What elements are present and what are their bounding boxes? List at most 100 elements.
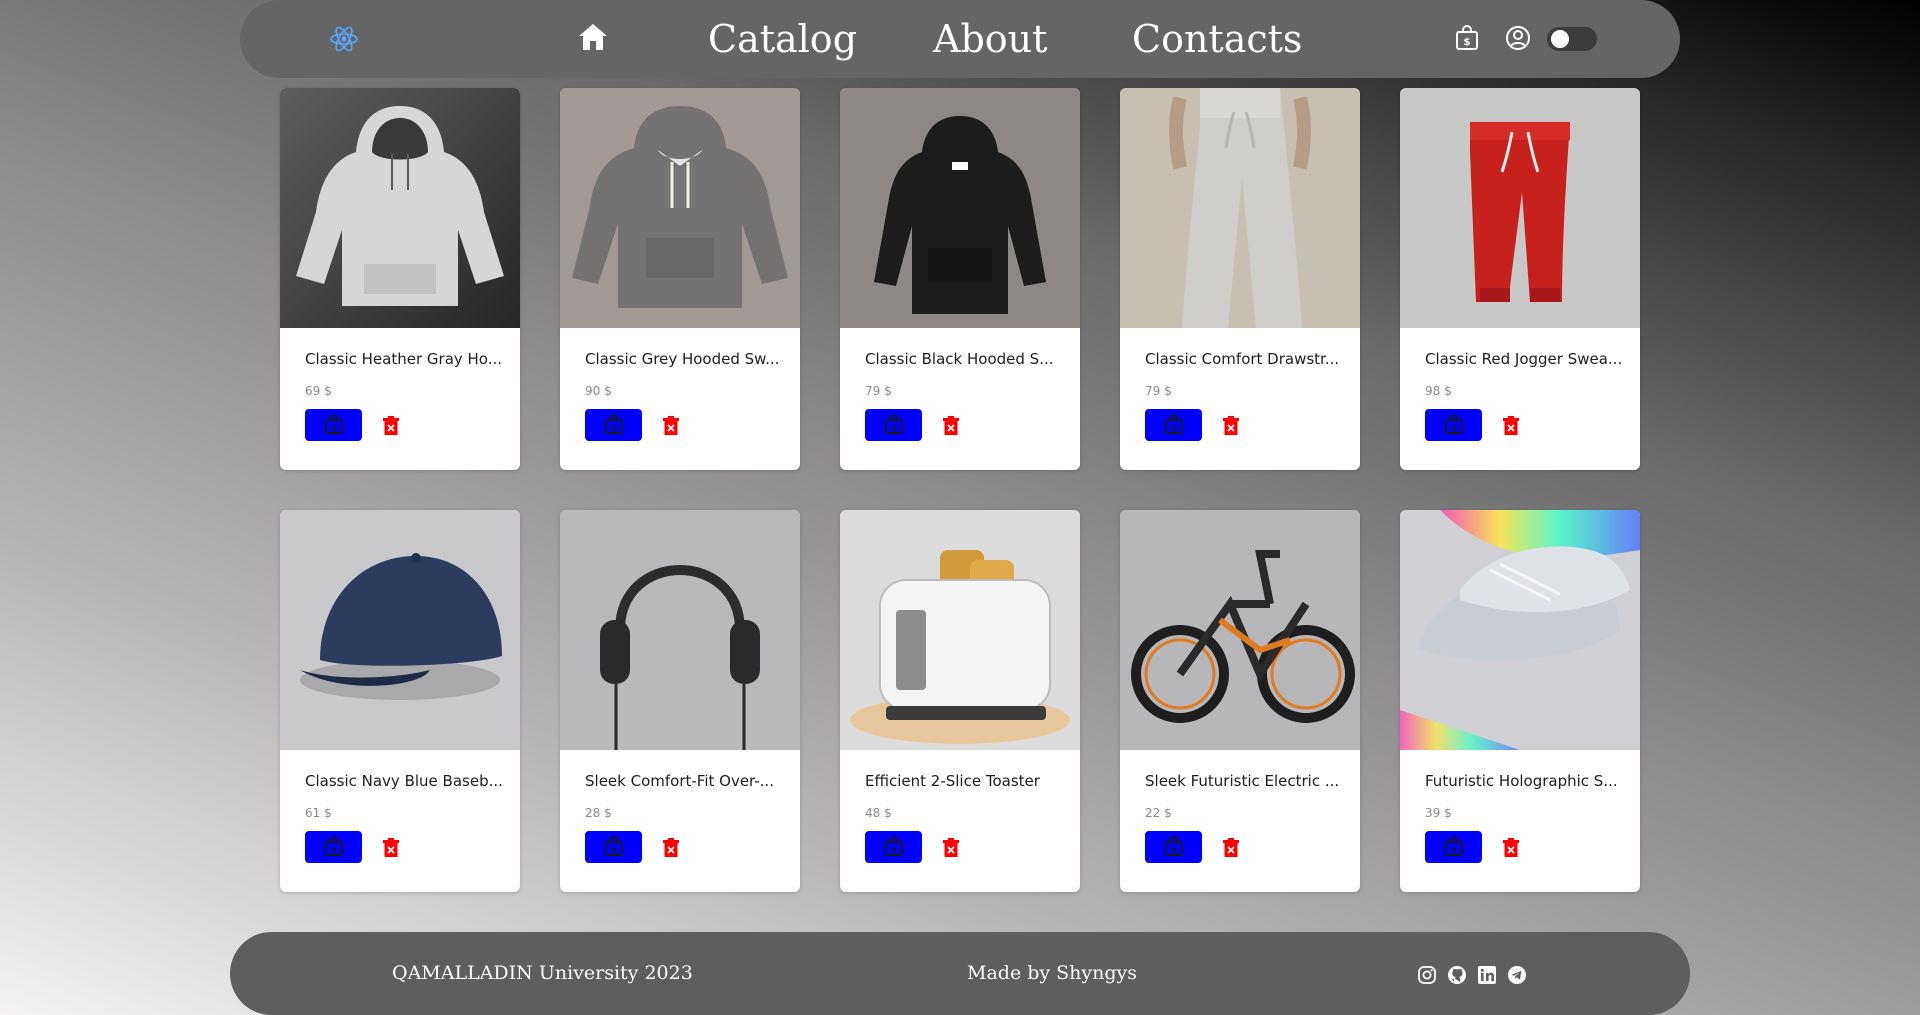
shopping-bag-icon: $ xyxy=(884,836,903,856)
product-image[interactable] xyxy=(1120,510,1360,750)
product-title[interactable]: Sleek Futuristic Electric ... xyxy=(1145,772,1345,790)
add-to-cart-button[interactable]: $ xyxy=(585,409,642,441)
shopping-bag-icon[interactable]: $ xyxy=(1453,24,1481,52)
nav-catalog-link[interactable]: Catalog xyxy=(708,15,857,63)
atom-logo-icon[interactable] xyxy=(328,23,360,55)
shopping-bag-icon: $ xyxy=(324,836,343,856)
product-card[interactable]: Sleek Futuristic Electric ... 22 $ $ xyxy=(1120,510,1360,892)
product-title[interactable]: Futuristic Holographic S... xyxy=(1425,772,1625,790)
product-image[interactable] xyxy=(1120,88,1360,328)
product-title[interactable]: Classic Black Hooded S... xyxy=(865,350,1065,368)
trash-icon xyxy=(943,838,959,857)
product-image[interactable] xyxy=(840,510,1080,750)
add-to-cart-button[interactable]: $ xyxy=(1425,409,1482,441)
product-card[interactable]: Classic Red Jogger Swea... 98 $ $ xyxy=(1400,88,1640,470)
product-title[interactable]: Classic Navy Blue Baseb... xyxy=(305,772,505,790)
delete-button[interactable] xyxy=(382,416,400,436)
add-to-cart-button[interactable]: $ xyxy=(585,831,642,863)
shopping-bag-icon: $ xyxy=(604,836,623,856)
product-card[interactable]: Sleek Comfort-Fit Over-... 28 $ $ xyxy=(560,510,800,892)
delete-button[interactable] xyxy=(1222,838,1240,858)
delete-button[interactable] xyxy=(942,838,960,858)
add-to-cart-button[interactable]: $ xyxy=(1145,831,1202,863)
trash-icon xyxy=(663,416,679,435)
svg-text:$: $ xyxy=(1464,37,1471,48)
shopping-bag-icon: $ xyxy=(604,414,623,434)
footer-credit: Made by Shyngys xyxy=(967,962,1138,984)
trash-icon xyxy=(383,838,399,857)
trash-icon xyxy=(383,416,399,435)
footer: QAMALLADIN University 2023 Made by Shyng… xyxy=(230,932,1690,1015)
product-price: 61 $ xyxy=(305,806,332,820)
product-image[interactable] xyxy=(840,88,1080,328)
github-icon[interactable] xyxy=(1447,965,1467,985)
delete-button[interactable] xyxy=(942,416,960,436)
product-image[interactable] xyxy=(280,510,520,750)
user-circle-icon[interactable] xyxy=(1504,24,1532,52)
trash-icon xyxy=(1503,838,1519,857)
product-card[interactable]: Classic Heather Gray Ho... 69 $ $ xyxy=(280,88,520,470)
add-to-cart-button[interactable]: $ xyxy=(1425,831,1482,863)
product-image[interactable] xyxy=(1400,88,1640,328)
product-card[interactable]: Classic Navy Blue Baseb... 61 $ $ xyxy=(280,510,520,892)
product-price: 22 $ xyxy=(1145,806,1172,820)
delete-button[interactable] xyxy=(1502,838,1520,858)
trash-icon xyxy=(1223,416,1239,435)
product-title[interactable]: Efficient 2-Slice Toaster xyxy=(865,772,1065,790)
product-price: 79 $ xyxy=(1145,384,1172,398)
shopping-bag-icon: $ xyxy=(884,414,903,434)
trash-icon xyxy=(663,838,679,857)
add-to-cart-button[interactable]: $ xyxy=(865,831,922,863)
nav-about-link[interactable]: About xyxy=(933,15,1047,63)
svg-text:$: $ xyxy=(891,846,897,855)
product-title[interactable]: Classic Comfort Drawstr... xyxy=(1145,350,1345,368)
home-icon[interactable] xyxy=(576,20,610,54)
product-price: 69 $ xyxy=(305,384,332,398)
trash-icon xyxy=(943,416,959,435)
product-card[interactable]: Classic Grey Hooded Sw... 90 $ $ xyxy=(560,88,800,470)
product-image[interactable] xyxy=(560,88,800,328)
svg-text:$: $ xyxy=(1451,846,1457,855)
add-to-cart-button[interactable]: $ xyxy=(1145,409,1202,441)
product-title[interactable]: Classic Grey Hooded Sw... xyxy=(585,350,785,368)
telegram-icon[interactable] xyxy=(1507,965,1527,985)
product-image[interactable] xyxy=(1400,510,1640,750)
delete-button[interactable] xyxy=(662,416,680,436)
footer-copyright: QAMALLADIN University 2023 xyxy=(392,962,693,984)
svg-text:$: $ xyxy=(331,846,337,855)
product-grid: Classic Heather Gray Ho... 69 $ $ Classic… xyxy=(280,88,1640,893)
trash-icon xyxy=(1503,416,1519,435)
delete-button[interactable] xyxy=(382,838,400,858)
product-card[interactable]: Efficient 2-Slice Toaster 48 $ $ xyxy=(840,510,1080,892)
shopping-bag-icon: $ xyxy=(324,414,343,434)
add-to-cart-button[interactable]: $ xyxy=(305,831,362,863)
add-to-cart-button[interactable]: $ xyxy=(865,409,922,441)
svg-text:$: $ xyxy=(1171,846,1177,855)
svg-text:$: $ xyxy=(611,846,617,855)
product-card[interactable]: Classic Black Hooded S... 79 $ $ xyxy=(840,88,1080,470)
instagram-icon[interactable] xyxy=(1417,965,1437,985)
product-title[interactable]: Sleek Comfort-Fit Over-... xyxy=(585,772,785,790)
svg-text:$: $ xyxy=(1171,424,1177,433)
product-title[interactable]: Classic Red Jogger Swea... xyxy=(1425,350,1625,368)
product-card[interactable]: Futuristic Holographic S... 39 $ $ xyxy=(1400,510,1640,892)
shopping-bag-icon: $ xyxy=(1164,414,1183,434)
toggle-knob xyxy=(1551,30,1569,48)
top-navbar: Catalog About Contacts $ xyxy=(240,0,1680,78)
shopping-bag-icon: $ xyxy=(1164,836,1183,856)
product-image[interactable] xyxy=(280,88,520,328)
add-to-cart-button[interactable]: $ xyxy=(305,409,362,441)
nav-contacts-link[interactable]: Contacts xyxy=(1132,15,1302,63)
svg-text:$: $ xyxy=(1451,424,1457,433)
product-price: 28 $ xyxy=(585,806,612,820)
linkedin-icon[interactable] xyxy=(1477,965,1497,985)
shopping-bag-icon: $ xyxy=(1444,836,1463,856)
product-title[interactable]: Classic Heather Gray Ho... xyxy=(305,350,505,368)
product-image[interactable] xyxy=(560,510,800,750)
svg-text:$: $ xyxy=(891,424,897,433)
delete-button[interactable] xyxy=(1222,416,1240,436)
product-card[interactable]: Classic Comfort Drawstr... 79 $ $ xyxy=(1120,88,1360,470)
delete-button[interactable] xyxy=(1502,416,1520,436)
delete-button[interactable] xyxy=(662,838,680,858)
theme-toggle[interactable] xyxy=(1547,27,1597,51)
